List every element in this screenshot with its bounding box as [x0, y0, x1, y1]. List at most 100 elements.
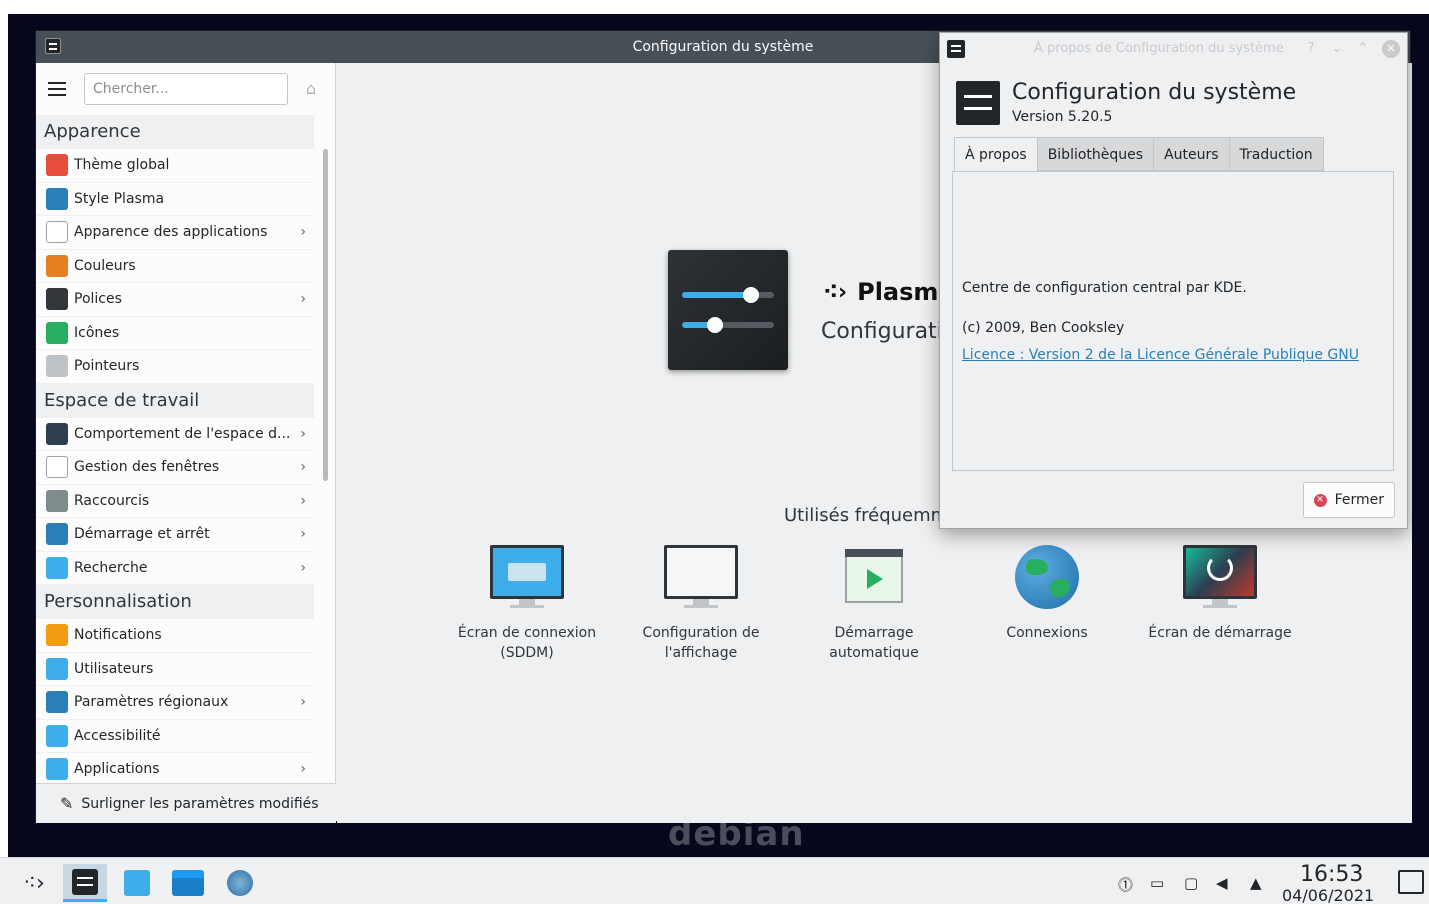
sidebar-item[interactable]: Apparence des applications › [36, 216, 314, 250]
tab-translation[interactable]: Traduction [1229, 137, 1324, 171]
sidebar-item[interactable]: Couleurs [36, 250, 314, 283]
frequently-used-title: Utilisés fréquemm [784, 505, 949, 526]
sidebar-item[interactable]: Comportement de l'espace d... › [36, 418, 314, 451]
taskbar: ⁖› ⓵ ▭ ▢ ◀ ▲ 16:53 04/06/2021 [0, 857, 1429, 904]
accessibility-icon [46, 724, 68, 747]
sidebar-item-label: Comportement de l'espace d... [74, 425, 291, 442]
regional-settings-icon [46, 691, 68, 714]
battery-tray-icon[interactable]: ▭ [1150, 874, 1164, 892]
sidebar-item[interactable]: Gestion des fenêtres › [36, 451, 314, 485]
chevron-right-icon: › [300, 526, 306, 542]
sidebar-item-label: Polices [74, 291, 122, 308]
autostart-icon [837, 545, 911, 613]
sidebar-item[interactable]: Recherche › [36, 552, 314, 585]
updates-tray-icon[interactable]: ⓵ [1118, 874, 1133, 895]
sidebar-item-label: Icônes [74, 324, 120, 341]
chevron-right-icon: › [300, 694, 306, 710]
show-desktop-button[interactable] [1398, 870, 1424, 894]
clock-time[interactable]: 16:53 [1300, 862, 1363, 887]
icons-icon [46, 321, 68, 344]
sidebar-item[interactable]: Pointeurs [36, 350, 314, 384]
sidebar-item[interactable]: Style Plasma [36, 183, 314, 216]
sidebar-item-label: Thème global [74, 157, 170, 174]
sidebar: ⌂ Apparence Thème global Style PlasmaAppar… [36, 63, 336, 823]
connections-icon [1010, 545, 1084, 613]
fonts-icon [46, 288, 68, 311]
sidebar-item-label: Recherche [74, 559, 148, 576]
license-link[interactable]: Licence : Version 2 de la Licence Généra… [962, 347, 1359, 363]
tab-libraries[interactable]: Bibliothèques [1037, 137, 1155, 171]
frequent-item-connections[interactable]: Connexions [967, 545, 1127, 643]
about-tab-panel: Centre de configuration central par KDE.… [952, 171, 1394, 471]
users-icon [46, 657, 68, 680]
tab-about[interactable]: À propos [954, 137, 1038, 171]
search-input[interactable] [84, 73, 288, 105]
browser-icon [227, 870, 253, 896]
about-copyright: (c) 2009, Ben Cooksley [962, 320, 1125, 336]
network-tray-icon[interactable]: ▢ [1184, 874, 1198, 892]
sidebar-item[interactable]: Thème global [36, 149, 314, 183]
minimize-icon[interactable]: ⌄ [1328, 40, 1346, 58]
tab-authors[interactable]: Auteurs [1154, 137, 1230, 171]
close-button[interactable]: ✕ Fermer [1302, 482, 1395, 518]
notifications-icon [46, 624, 68, 647]
sidebar-item[interactable]: Raccourcis › [36, 485, 314, 518]
login-screen-icon [490, 545, 564, 613]
about-tabs: À propos Bibliothèques Auteurs Traductio… [954, 137, 1324, 171]
frequent-item-display-config[interactable]: Configuration de l'affichage [621, 545, 781, 663]
applications-icon [46, 758, 68, 781]
sidebar-item[interactable]: Icônes [36, 317, 314, 350]
frequent-item-login-screen[interactable]: Écran de connexion (SDDM) [447, 545, 607, 663]
sidebar-item[interactable]: Polices › [36, 283, 314, 317]
app-menu-icon[interactable] [45, 38, 61, 54]
sidebar-section-header: Personnalisation [36, 585, 314, 619]
sidebar-item-label: Applications [74, 761, 160, 778]
frequent-item-autostart[interactable]: Démarrage automatique [794, 545, 954, 663]
about-dialog: À propos de Configuration du système ? ⌄… [939, 32, 1408, 529]
hamburger-menu-icon[interactable] [48, 81, 68, 97]
taskbar-dolphin[interactable] [166, 864, 210, 902]
sidebar-item[interactable]: Utilisateurs [36, 653, 314, 686]
frequent-item-splash-screen[interactable]: Écran de démarrage [1140, 545, 1300, 643]
app-style-icon [46, 221, 68, 244]
sidebar-item[interactable]: Accessibilité [36, 720, 314, 753]
taskbar-browser[interactable] [218, 864, 262, 902]
about-titlebar[interactable]: À propos de Configuration du système ? ⌄… [940, 33, 1407, 65]
workspace-behavior-icon [46, 422, 68, 445]
sidebar-item[interactable]: Notifications [36, 619, 314, 653]
highlight-pen-icon: ✎ [60, 794, 74, 813]
sidebar-section-header: Apparence [36, 115, 314, 149]
help-icon[interactable]: ? [1302, 40, 1320, 58]
tray-expand-icon[interactable]: ▲ [1250, 874, 1262, 892]
startup-shutdown-icon [46, 523, 68, 546]
chevron-right-icon: › [300, 425, 306, 442]
sidebar-item[interactable]: Applications › [36, 753, 314, 787]
close-button-label: Fermer [1334, 492, 1384, 508]
frequent-item-label: Configuration de [642, 625, 760, 641]
maximize-icon[interactable]: ⌃ [1354, 40, 1372, 58]
highlight-changed-settings-button[interactable]: ✎ Surligner les paramètres modifiés [36, 783, 336, 823]
sidebar-item[interactable]: Démarrage et arrêt › [36, 518, 314, 552]
highlight-changed-label: Surligner les paramètres modifiés [81, 795, 319, 812]
taskbar-discover[interactable] [115, 864, 159, 902]
about-app-icon[interactable] [947, 40, 965, 58]
sidebar-section-header: Espace de travail [36, 383, 314, 418]
taskbar-system-settings[interactable] [63, 864, 107, 902]
sidebar-item-label: Gestion des fenêtres [74, 459, 220, 476]
sidebar-scrollbar[interactable] [323, 149, 328, 481]
folder-icon [172, 870, 204, 896]
display-config-icon [664, 545, 738, 613]
clock-date[interactable]: 04/06/2021 [1282, 886, 1374, 904]
sidebar-item-label: Accessibilité [74, 727, 161, 744]
application-launcher-button[interactable]: ⁖› [12, 864, 56, 902]
frequent-item-label: (SDDM) [500, 645, 554, 661]
window-management-icon [46, 456, 68, 479]
sidebar-item[interactable]: Paramètres régionaux › [36, 686, 314, 720]
close-icon[interactable]: ✕ [1382, 40, 1400, 58]
home-icon[interactable]: ⌂ [302, 80, 320, 98]
chevron-right-icon: › [300, 224, 306, 240]
sidebar-item-label: Couleurs [74, 257, 136, 274]
volume-tray-icon[interactable]: ◀ [1216, 874, 1228, 892]
splash-screen-icon [1183, 545, 1257, 613]
frequent-item-label: Écran de démarrage [1148, 625, 1292, 641]
